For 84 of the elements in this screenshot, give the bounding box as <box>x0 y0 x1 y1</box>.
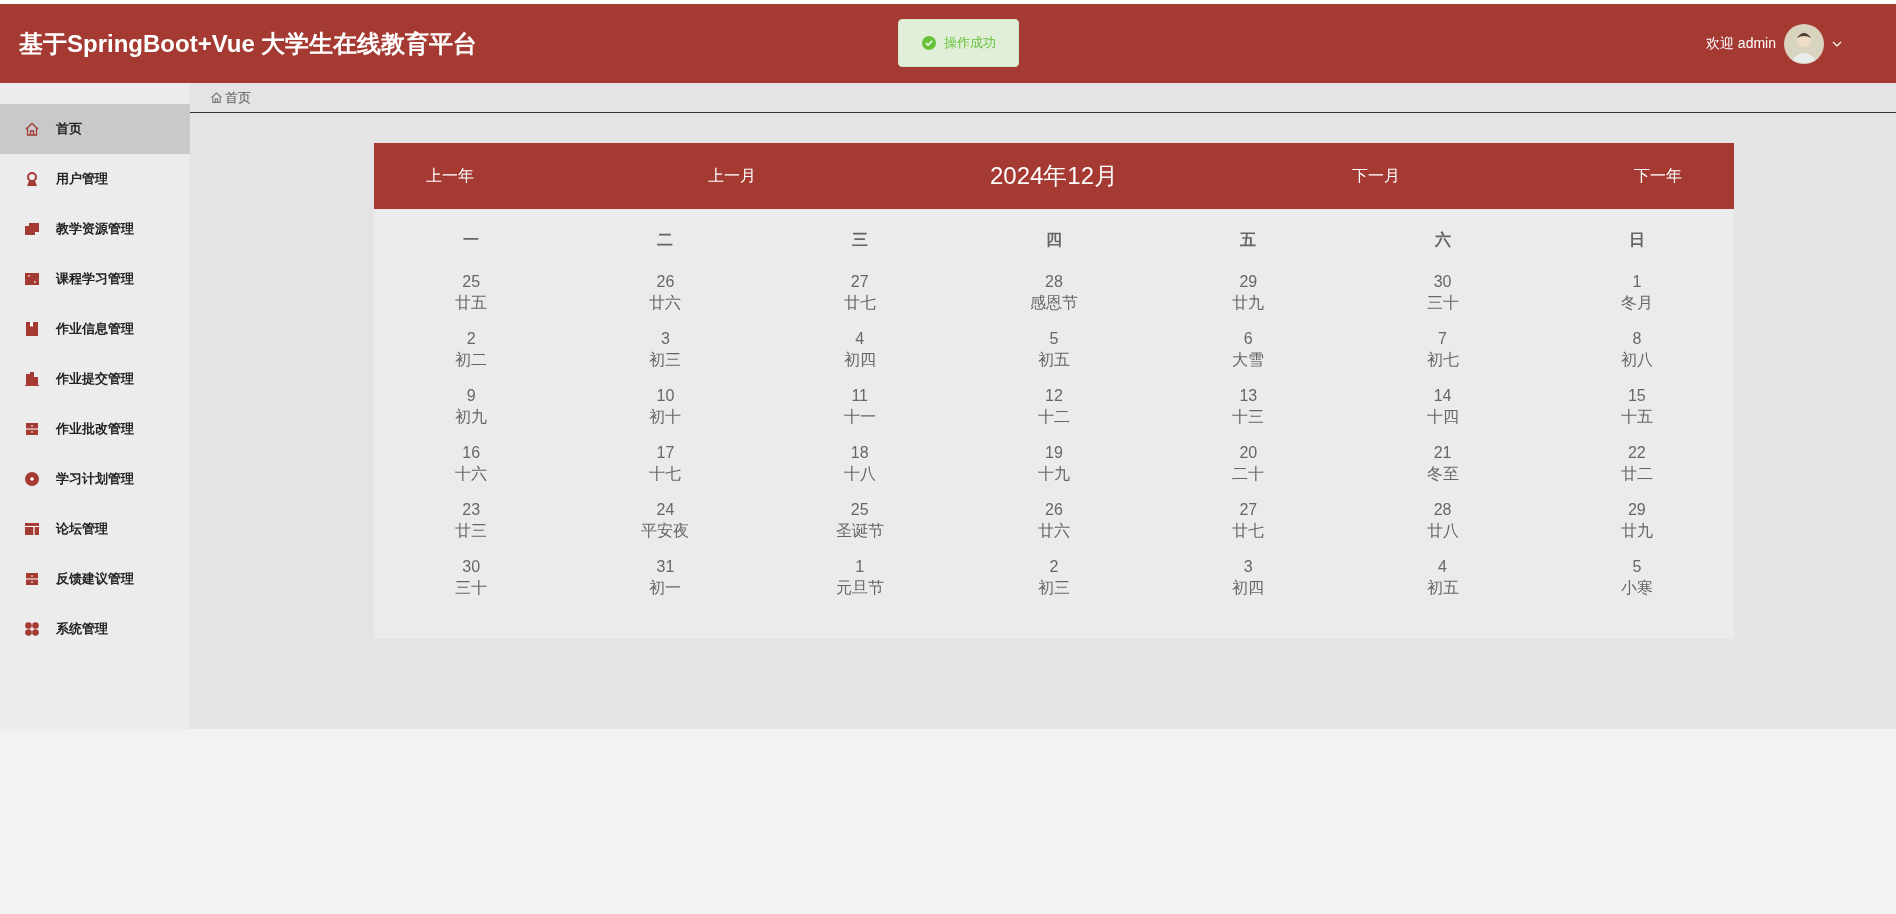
sidebar-item[interactable]: 作业批改管理 <box>0 404 190 454</box>
weekday-label: 六 <box>1434 230 1451 250</box>
check-circle-icon <box>921 36 936 50</box>
avatar[interactable] <box>1784 23 1824 64</box>
calendar-day[interactable]: 2 初三 <box>1038 556 1070 613</box>
calendar-day[interactable]: 27 廿七 <box>1232 499 1265 556</box>
calendar-day[interactable]: 20 二十 <box>1232 442 1265 499</box>
calendar-day[interactable]: 5 初五 <box>1038 328 1070 385</box>
toast-message: 操作成功 <box>943 34 996 53</box>
image-icon <box>24 271 40 287</box>
calendar-day[interactable]: 4 初五 <box>1426 556 1459 613</box>
calendar-day[interactable]: 28 感恩节 <box>1030 271 1078 328</box>
calendar-day[interactable]: 13 十三 <box>1232 385 1265 442</box>
calendar-day[interactable]: 23 廿三 <box>455 499 488 556</box>
calendar-day[interactable]: 10 初十 <box>649 385 682 442</box>
calendar-day[interactable]: 14 十四 <box>1426 385 1459 442</box>
prev-year-button[interactable]: 上一年 <box>426 164 546 188</box>
home-icon <box>210 91 223 104</box>
folders-icon <box>24 221 40 237</box>
calendar-day[interactable]: 2 初二 <box>455 328 488 385</box>
welcome-text: 欢迎 admin <box>1705 34 1776 53</box>
sidebar-item[interactable]: 系统管理 <box>0 604 190 654</box>
calendar-day[interactable]: 30 三十 <box>1426 271 1459 328</box>
calendar-day[interactable]: 15 十五 <box>1620 385 1653 442</box>
sidebar-item[interactable]: 教学资源管理 <box>0 204 190 254</box>
calendar-day[interactable]: 25 圣诞节 <box>835 499 884 556</box>
sidebar-item[interactable]: 课程学习管理 <box>0 254 190 304</box>
calendar-day[interactable]: 8 初八 <box>1620 328 1653 385</box>
layout-icon <box>24 521 40 537</box>
calendar-day[interactable]: 28 廿八 <box>1426 499 1459 556</box>
calendar-day[interactable]: 17 十七 <box>649 442 682 499</box>
sidebar-item[interactable]: 用户管理 <box>0 154 190 204</box>
weekday-label: 三 <box>851 230 868 250</box>
sidebar-item[interactable]: 作业信息管理 <box>0 304 190 354</box>
calendar-day[interactable]: 25 廿五 <box>455 271 488 328</box>
next-year-button[interactable]: 下一年 <box>1562 164 1682 188</box>
sidebar-item[interactable]: 反馈建议管理 <box>0 554 190 604</box>
calendar-day[interactable]: 29 廿九 <box>1620 499 1653 556</box>
next-month-button[interactable]: 下一月 <box>1290 164 1400 188</box>
home-icon <box>24 121 40 137</box>
disc-icon <box>24 471 40 487</box>
breadcrumb-link[interactable]: 首页 <box>225 87 251 108</box>
weekday-label: 日 <box>1628 230 1645 250</box>
building-icon <box>24 371 40 387</box>
user-icon <box>24 171 40 187</box>
calendar-day[interactable]: 3 初四 <box>1232 556 1265 613</box>
calendar-day[interactable]: 11 十一 <box>843 385 876 442</box>
calendar-month-title: 2024年12月 <box>988 161 1120 191</box>
calendar-day[interactable]: 9 初九 <box>455 385 488 442</box>
calendar-day[interactable]: 1 元旦节 <box>835 556 884 613</box>
calendar-day[interactable]: 16 十六 <box>455 442 488 499</box>
calendar-day[interactable]: 19 十九 <box>1038 442 1070 499</box>
calendar-day[interactable]: 6 大雪 <box>1232 328 1265 385</box>
calendar-day[interactable]: 29 廿九 <box>1232 271 1265 328</box>
calendar-day[interactable]: 24 平安夜 <box>641 499 690 556</box>
calendar-day[interactable]: 27 廿七 <box>843 271 876 328</box>
weekday-label: 二 <box>657 230 674 250</box>
calendar-day[interactable]: 18 十八 <box>843 442 876 499</box>
calendar-day[interactable]: 26 廿六 <box>1038 499 1070 556</box>
sidebar-item[interactable]: 论坛管理 <box>0 504 190 554</box>
calendar-day[interactable]: 22 廿二 <box>1620 442 1653 499</box>
calendar-day[interactable]: 7 初七 <box>1426 328 1459 385</box>
app-title: 基于SpringBoot+Vue 大学生在线教育平台 <box>19 28 478 59</box>
chevron-down-icon[interactable] <box>1832 40 1842 47</box>
calendar-day[interactable]: 31 初一 <box>649 556 682 613</box>
sidebar-item[interactable]: 首页 <box>0 104 190 154</box>
prev-month-button[interactable]: 上一月 <box>708 164 818 188</box>
sidebar-item[interactable]: 学习计划管理 <box>0 454 190 504</box>
calendar-day[interactable]: 26 廿六 <box>649 271 682 328</box>
drawer-icon <box>24 421 40 437</box>
book-icon <box>24 321 40 337</box>
drawer-icon <box>24 571 40 587</box>
calendar-day[interactable]: 12 十二 <box>1038 385 1070 442</box>
weekday-label: 一 <box>463 230 480 250</box>
calendar-day[interactable]: 5 小寒 <box>1620 556 1653 613</box>
calendar-day[interactable]: 3 初三 <box>649 328 682 385</box>
calendar-day[interactable]: 4 初四 <box>843 328 876 385</box>
weekday-label: 四 <box>1046 230 1062 250</box>
grid-icon <box>24 621 40 637</box>
sidebar-item[interactable]: 作业提交管理 <box>0 354 190 404</box>
calendar-day[interactable]: 21 冬至 <box>1426 442 1459 499</box>
weekday-label: 五 <box>1240 230 1257 250</box>
calendar-day[interactable]: 1 冬月 <box>1620 271 1653 328</box>
calendar-day[interactable]: 30 三十 <box>455 556 488 613</box>
